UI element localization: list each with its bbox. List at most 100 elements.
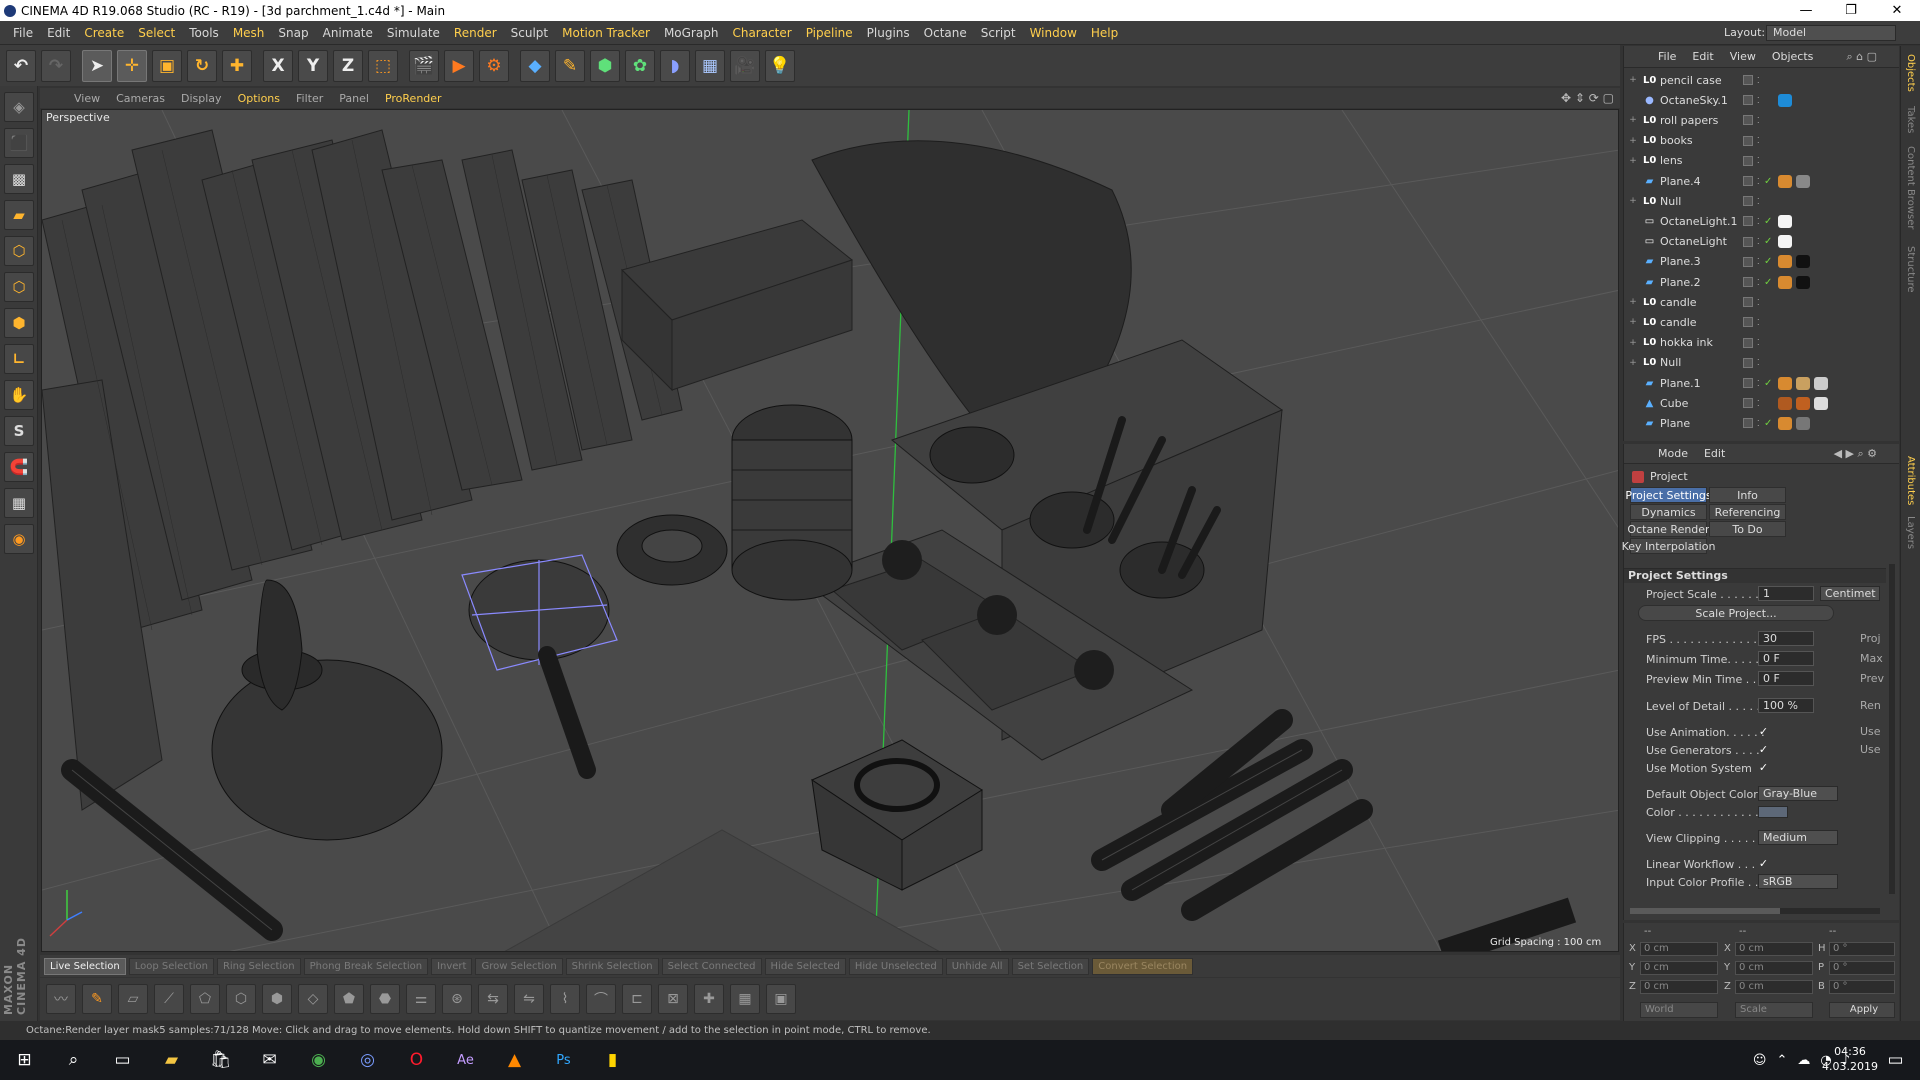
layer-flag-icon[interactable] (1743, 135, 1753, 146)
layer-flag-icon[interactable] (1743, 357, 1753, 368)
expand-icon[interactable]: + (1627, 115, 1639, 125)
task-view-icon[interactable]: ▭ (98, 1040, 147, 1080)
visibility-dots-icon[interactable]: ⁚ (1757, 257, 1760, 266)
layer-flag-icon[interactable] (1743, 418, 1753, 429)
menu-select[interactable]: Select (131, 26, 182, 40)
enabled-check-icon[interactable]: ✓ (1764, 236, 1772, 247)
object-name[interactable]: Plane.2 (1660, 276, 1744, 289)
layer-flag-icon[interactable] (1743, 216, 1753, 227)
make-editable-icon[interactable]: ◈ (4, 92, 34, 122)
snap-icon[interactable]: S (4, 416, 34, 446)
object-name[interactable]: OctaneLight.1 (1660, 215, 1744, 228)
after-effects-icon[interactable]: Ae (441, 1040, 490, 1080)
dissolve-icon[interactable]: ⊠ (658, 984, 688, 1014)
redo-icon[interactable]: ↷ (41, 49, 71, 82)
coord-z-size[interactable]: 0 cm (1735, 980, 1813, 994)
objects-menu-file[interactable]: File (1650, 50, 1684, 63)
z-axis-lock-button[interactable]: Z (333, 49, 363, 82)
grow-selection-button[interactable]: Grow Selection (475, 957, 563, 975)
material-tag-icon[interactable] (1796, 376, 1810, 390)
ring-selection-button[interactable]: Ring Selection (216, 957, 301, 975)
object-row[interactable]: ▰ Plane.1 ⁚ ✓ (1624, 373, 1900, 393)
coord-y-position[interactable]: 0 cm (1640, 961, 1718, 975)
tab-layers[interactable]: Layers (1905, 516, 1916, 549)
lock-workplane-icon[interactable]: ▦ (4, 488, 34, 518)
axis-mode-icon[interactable]: ∟ (4, 344, 34, 374)
view-clipping-select[interactable]: Medium (1758, 830, 1838, 845)
sticky-notes-icon[interactable]: ▮ (588, 1040, 637, 1080)
planar-workplane-icon[interactable]: ◉ (4, 524, 34, 554)
material-tag-icon[interactable] (1778, 255, 1792, 269)
coord-scale-select[interactable]: Scale (1735, 1002, 1813, 1018)
tab-key-interpolation[interactable]: Key Interpolation (1622, 538, 1715, 554)
menu-character[interactable]: Character (725, 26, 798, 40)
texture-mode-icon[interactable]: ▩ (4, 164, 34, 194)
object-row[interactable]: + L0 candle ⁚ (1624, 312, 1900, 332)
object-name[interactable]: Plane.1 (1660, 377, 1744, 390)
spline-tool-icon[interactable]: 〰 (46, 984, 76, 1014)
cube-primitive-icon[interactable]: ◆ (520, 49, 550, 82)
attr-menu-mode[interactable]: Mode (1650, 447, 1696, 460)
level-of-detail-field[interactable]: 100 % (1758, 698, 1814, 713)
slide-icon[interactable]: ⇆ (478, 984, 508, 1014)
connect-icon[interactable]: ✚ (694, 984, 724, 1014)
tab-dynamics[interactable]: Dynamics (1630, 504, 1707, 520)
coord-y-size[interactable]: 0 cm (1735, 961, 1813, 975)
extrude-inner-icon[interactable]: ⬡ (226, 984, 256, 1014)
object-row[interactable]: + L0 roll papers ⁚ (1624, 110, 1900, 130)
material-tag-icon[interactable] (1796, 396, 1810, 410)
attr-menu-edit[interactable]: Edit (1696, 447, 1733, 460)
object-row[interactable]: ▭ OctaneLight.1 ⁚ ✓ (1624, 211, 1900, 231)
deformer-icon[interactable]: ◗ (660, 49, 690, 82)
enabled-check-icon[interactable]: ✓ (1764, 176, 1772, 187)
mograph-cloner-icon[interactable]: ✿ (625, 49, 655, 82)
object-row[interactable]: ▭ OctaneLight ⁚ ✓ (1624, 232, 1900, 252)
render-settings-icon[interactable]: ⚙ (479, 49, 509, 82)
visibility-dots-icon[interactable]: ⁚ (1757, 76, 1760, 85)
notifications-icon[interactable]: ▭ (1871, 1040, 1920, 1080)
expand-icon[interactable]: + (1627, 317, 1639, 327)
expand-icon[interactable]: + (1627, 156, 1639, 166)
menu-edit[interactable]: Edit (40, 26, 77, 40)
coord-world-select[interactable]: World (1640, 1002, 1718, 1018)
menu-sculpt[interactable]: Sculpt (504, 26, 555, 40)
object-name[interactable]: lens (1660, 154, 1744, 167)
menu-animate[interactable]: Animate (316, 26, 380, 40)
edges-mode-icon[interactable]: ⬡ (4, 272, 34, 302)
material-tag-icon[interactable] (1796, 275, 1810, 289)
object-row[interactable]: ● OctaneSky.1 ⁚ (1624, 90, 1900, 110)
scale-icon[interactable]: ▣ (152, 49, 182, 82)
coordinate-system-icon[interactable]: ⬚ (368, 49, 398, 82)
object-name[interactable]: hokka ink (1660, 336, 1744, 349)
visibility-dots-icon[interactable]: ⁚ (1757, 379, 1760, 388)
bevel-icon[interactable]: ⬠ (190, 984, 220, 1014)
array-icon[interactable]: ▦ (730, 984, 760, 1014)
menu-motion-tracker[interactable]: Motion Tracker (555, 26, 657, 40)
people-icon[interactable]: ☺ (1753, 1053, 1767, 1068)
minimum-time-field[interactable]: 0 F (1758, 651, 1814, 666)
close-hole-icon[interactable]: ⬣ (370, 984, 400, 1014)
viewport-menu-view[interactable]: View (66, 92, 108, 105)
object-name[interactable]: Cube (1660, 397, 1744, 410)
minimize-button[interactable]: — (1783, 0, 1829, 21)
weld-icon[interactable]: ⊛ (442, 984, 472, 1014)
recent-tool-icon[interactable]: ✚ (222, 49, 252, 82)
object-name[interactable]: Plane (1660, 417, 1744, 430)
close-button[interactable]: ✕ (1874, 0, 1920, 21)
linear-workflow-checkbox[interactable]: ✓ (1758, 858, 1769, 869)
menu-create[interactable]: Create (77, 26, 131, 40)
menu-snap[interactable]: Snap (271, 26, 315, 40)
layer-flag-icon[interactable] (1743, 297, 1753, 308)
object-name[interactable]: roll papers (1660, 114, 1744, 127)
floor-environment-icon[interactable]: ▦ (695, 49, 725, 82)
object-row[interactable]: + L0 pencil case ⁚ (1624, 70, 1900, 90)
layer-flag-icon[interactable] (1743, 378, 1753, 388)
menu-help[interactable]: Help (1084, 26, 1125, 40)
material-tag-icon[interactable] (1778, 93, 1792, 107)
expand-icon[interactable]: + (1627, 75, 1639, 85)
coord-z-position[interactable]: 0 cm (1640, 980, 1718, 994)
visibility-dots-icon[interactable]: ⁚ (1757, 217, 1760, 226)
object-row[interactable]: ▰ Plane.3 ⁚ ✓ (1624, 252, 1900, 272)
object-name[interactable]: books (1660, 134, 1744, 147)
object-row[interactable]: + L0 hokka ink ⁚ (1624, 333, 1900, 353)
